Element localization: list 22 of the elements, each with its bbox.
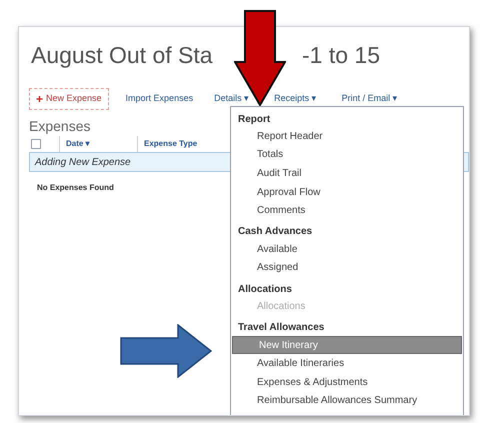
menu-item[interactable]: Audit Trail	[231, 164, 463, 183]
select-all-checkbox[interactable]	[31, 139, 41, 149]
report-title: August Out of Sta	[31, 44, 213, 67]
menu-item[interactable]: Reimbursable Allowances Summary	[231, 392, 463, 410]
menu-item[interactable]: Available Itineraries	[231, 354, 463, 373]
menu-section-header: Report	[237, 112, 272, 126]
menu-item[interactable]: Available	[231, 240, 463, 259]
new-expense-button[interactable]: + New Expense	[29, 88, 109, 110]
menu-section-header: Cash Advances	[237, 225, 314, 240]
toolbar-link[interactable]: Import Expenses	[126, 92, 194, 106]
menu-section-header: Travel Allowances	[237, 321, 326, 336]
toolbar-menu-button[interactable]: Print / Email ▾	[342, 92, 398, 106]
empty-message: No Expenses Found	[37, 182, 114, 194]
menu-item[interactable]: Assigned	[231, 258, 463, 278]
menu-item[interactable]: Approval Flow	[231, 182, 463, 202]
toolbar-menu-button[interactable]: Details ▾	[214, 92, 250, 106]
menu-item[interactable]: Comments	[231, 201, 463, 220]
menu-section-header: Allocations	[237, 282, 293, 297]
menu-item[interactable]: Expenses & Adjustments	[231, 372, 463, 392]
report-title: -1 to 15	[302, 44, 380, 67]
toolbar-menu-button[interactable]: Receipts ▾	[274, 92, 317, 106]
section-heading: Expenses	[29, 119, 90, 133]
